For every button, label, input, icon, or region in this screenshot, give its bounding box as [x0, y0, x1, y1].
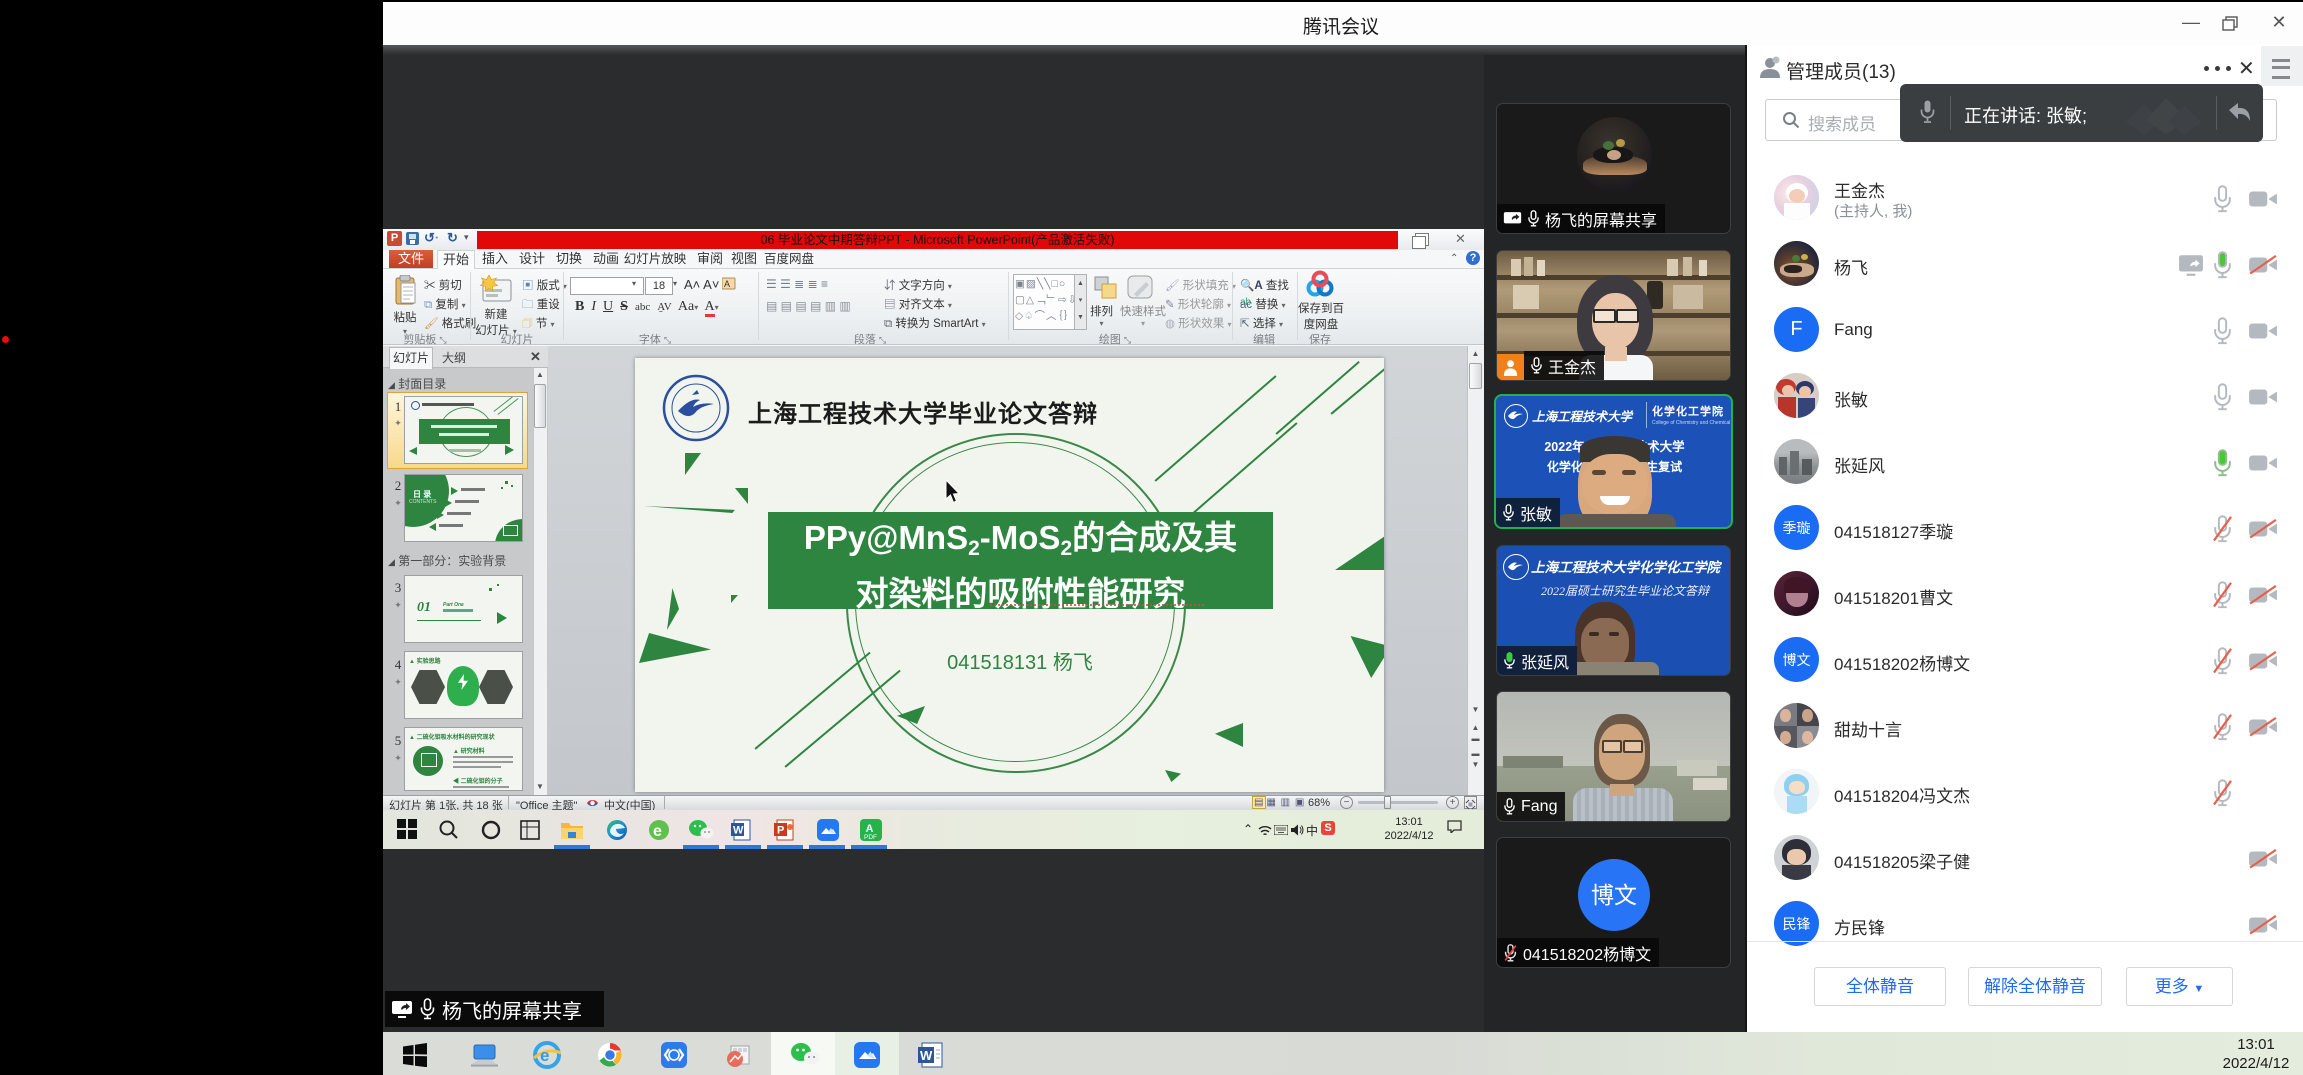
svg-text:W: W — [920, 1048, 933, 1063]
svg-text:e: e — [653, 823, 662, 840]
svg-text:P: P — [777, 825, 784, 837]
svg-text:e: e — [540, 1046, 549, 1065]
svg-text:A: A — [724, 279, 730, 289]
svg-text:PDF: PDF — [864, 834, 877, 841]
svg-text:W: W — [733, 825, 744, 837]
